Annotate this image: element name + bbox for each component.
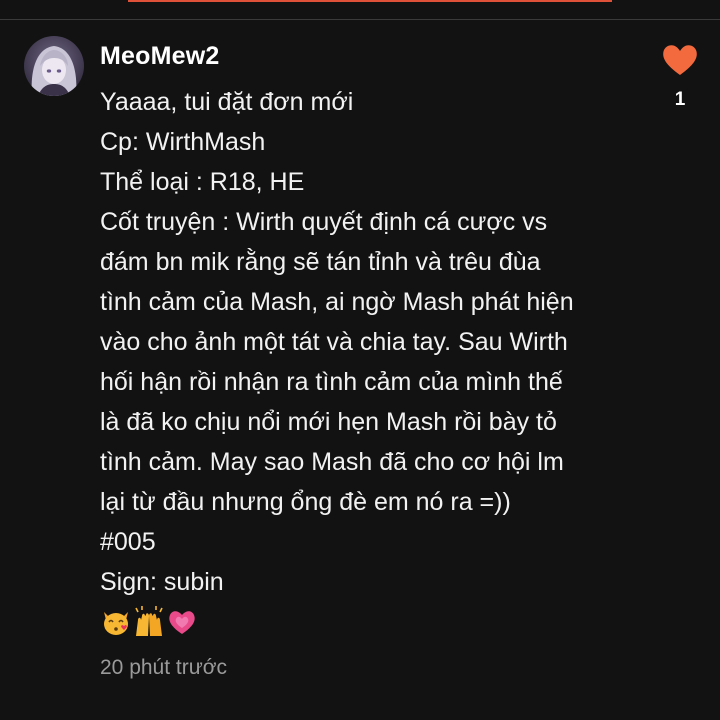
comment-line: tình cảm. May sao Mash đã cho cơ hội lm [100, 448, 564, 476]
comment-line: là đã ko chịu nổi mới hẹn Mash rồi bày t… [100, 408, 557, 436]
like-button[interactable] [660, 40, 700, 80]
comment-line: #005 [100, 528, 156, 556]
avatar[interactable] [24, 36, 84, 96]
emoji-row [100, 602, 600, 642]
top-accent-bar [128, 0, 612, 2]
raising-hands-emoji [135, 606, 163, 636]
comment-line: Sign: subin [100, 568, 224, 596]
comment-line: lại từ đầu nhưng ổng đè em nó ra =)) [100, 488, 511, 516]
kissing-cat-emoji [104, 612, 128, 635]
comment-line: vào cho ảnh một tát và chia tay. Sau Wir… [100, 328, 568, 356]
comment-line: Cốt truyện : Wirth quyết định cá cược vs [100, 208, 548, 236]
username[interactable]: MeoMew2 [100, 40, 219, 72]
comment-line: Yaaaa, tui đặt đơn mới [100, 88, 354, 116]
comment-line: tình cảm của Mash, ai ngờ Mash phát hiện [100, 288, 574, 316]
timestamp: 20 phút trước [100, 656, 228, 679]
comment-body: Yaaaa, tui đặt đơn mới Cp: WirthMash Thể… [100, 82, 600, 642]
like-count: 1 [674, 89, 686, 110]
comment-line: Thể loại : R18, HE [100, 168, 305, 196]
comment-line: đám bn mik rằng sẽ tán tỉnh và trêu đùa [100, 248, 541, 276]
comment-line: hối hận rồi nhận ra tình cảm của mình th… [100, 368, 563, 396]
comment-line: Cp: WirthMash [100, 128, 266, 156]
anime-girl-avatar-icon [24, 36, 84, 96]
comment-item: MeoMew2 Yaaaa, tui đặt đơn mới Cp: Wirth… [0, 20, 720, 720]
growing-heart-emoji [169, 611, 195, 634]
heart-icon [663, 45, 697, 75]
top-divider [0, 0, 720, 20]
